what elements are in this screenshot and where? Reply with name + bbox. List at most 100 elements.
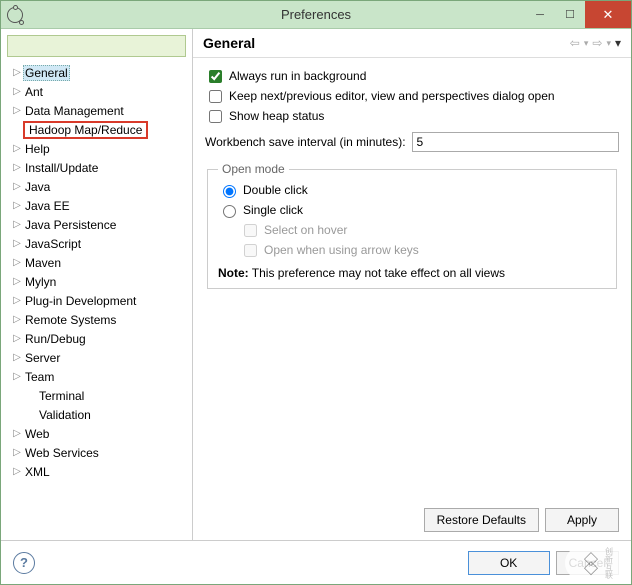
- forward-icon[interactable]: ⇨: [592, 36, 602, 50]
- always-run-bg-row[interactable]: Always run in background: [205, 66, 619, 86]
- tree-item-label: Maven: [23, 256, 63, 270]
- save-interval-input[interactable]: [412, 132, 619, 152]
- tree-item[interactable]: ▷JavaScript: [11, 234, 186, 253]
- expand-icon[interactable]: ▷: [11, 447, 23, 458]
- tree-item[interactable]: ▷Install/Update: [11, 158, 186, 177]
- page-title: General: [203, 35, 570, 51]
- tree-item-label: XML: [23, 465, 52, 479]
- expand-icon[interactable]: ▷: [11, 314, 23, 325]
- select-on-hover-label: Select on hover: [264, 223, 347, 237]
- tree-item-label: Install/Update: [23, 161, 100, 175]
- restore-defaults-button[interactable]: Restore Defaults: [424, 508, 539, 532]
- tree-item-label: Remote Systems: [23, 313, 118, 327]
- open-mode-group: Open mode Double click Single click Sele…: [207, 162, 617, 289]
- keep-editor-label: Keep next/previous editor, view and pers…: [229, 89, 555, 103]
- expand-icon[interactable]: ▷: [11, 428, 23, 439]
- tree-item[interactable]: ▷General: [11, 63, 186, 82]
- content-area: ▷General▷Ant▷Data ManagementHadoop Map/R…: [1, 29, 631, 540]
- watermark-logo: 创新互联: [565, 546, 627, 580]
- forward-menu-icon[interactable]: ▾: [606, 38, 611, 49]
- category-tree[interactable]: ▷General▷Ant▷Data ManagementHadoop Map/R…: [7, 63, 186, 534]
- double-click-row[interactable]: Double click: [218, 180, 606, 200]
- expand-icon[interactable]: ▷: [11, 257, 23, 268]
- keep-editor-row[interactable]: Keep next/previous editor, view and pers…: [205, 86, 619, 106]
- open-arrow-keys-label: Open when using arrow keys: [264, 243, 419, 257]
- maximize-button[interactable]: ☐: [555, 1, 585, 28]
- expand-icon[interactable]: ▷: [11, 371, 23, 382]
- tree-item[interactable]: ▷Web: [11, 424, 186, 443]
- tree-item[interactable]: ▷Run/Debug: [11, 329, 186, 348]
- tree-item[interactable]: Validation: [11, 405, 186, 424]
- always-run-bg-checkbox[interactable]: [209, 70, 222, 83]
- expand-icon[interactable]: ▷: [11, 143, 23, 154]
- back-icon[interactable]: ⇦: [570, 36, 580, 50]
- note-label: Note:: [218, 266, 249, 280]
- show-heap-checkbox[interactable]: [209, 110, 222, 123]
- expand-icon[interactable]: ▷: [11, 67, 23, 78]
- tree-item[interactable]: ▷Java Persistence: [11, 215, 186, 234]
- tree-item-label: Web: [23, 427, 51, 441]
- tree-item-label: Data Management: [23, 104, 126, 118]
- single-click-radio[interactable]: [223, 205, 236, 218]
- tree-item-label: Ant: [23, 85, 45, 99]
- tree-item[interactable]: ▷Web Services: [11, 443, 186, 462]
- expand-icon[interactable]: ▷: [11, 352, 23, 363]
- apply-button[interactable]: Apply: [545, 508, 619, 532]
- tree-item[interactable]: ▷Maven: [11, 253, 186, 272]
- tree-item-label: JavaScript: [23, 237, 83, 251]
- tree-item-label: Hadoop Map/Reduce: [23, 121, 148, 139]
- tree-item-label: Terminal: [37, 389, 86, 403]
- tree-item[interactable]: Terminal: [11, 386, 186, 405]
- expand-icon[interactable]: ▷: [11, 200, 23, 211]
- page-body: Always run in background Keep next/previ…: [193, 58, 631, 500]
- tree-item[interactable]: ▷XML: [11, 462, 186, 481]
- tree-item[interactable]: ▷Ant: [11, 82, 186, 101]
- filter-input[interactable]: [8, 36, 185, 56]
- expand-icon[interactable]: ▷: [11, 219, 23, 230]
- single-click-row[interactable]: Single click: [218, 200, 606, 220]
- tree-item[interactable]: ▷Data Management: [11, 101, 186, 120]
- title-bar: Preferences ─ ☐ ✕: [1, 1, 631, 29]
- filter-box: [7, 35, 186, 57]
- tree-item[interactable]: ▷Plug-in Development: [11, 291, 186, 310]
- expand-icon[interactable]: ▷: [11, 105, 23, 116]
- tree-item[interactable]: ▷Team: [11, 367, 186, 386]
- save-interval-row: Workbench save interval (in minutes):: [205, 132, 619, 152]
- open-mode-legend: Open mode: [218, 162, 289, 176]
- tree-item-label: Java EE: [23, 199, 72, 213]
- tree-item-label: General: [23, 65, 70, 81]
- menu-icon[interactable]: ▾: [615, 36, 621, 50]
- expand-icon[interactable]: ▷: [11, 238, 23, 249]
- expand-icon[interactable]: ▷: [11, 466, 23, 477]
- keep-editor-checkbox[interactable]: [209, 90, 222, 103]
- tree-item-label: Plug-in Development: [23, 294, 138, 308]
- page-nav: ⇦▾ ⇨▾ ▾: [570, 36, 621, 50]
- show-heap-row[interactable]: Show heap status: [205, 106, 619, 126]
- expand-icon[interactable]: ▷: [11, 162, 23, 173]
- help-icon[interactable]: ?: [13, 552, 35, 574]
- tree-item[interactable]: ▷Help: [11, 139, 186, 158]
- app-icon: [7, 7, 23, 23]
- expand-icon[interactable]: ▷: [11, 295, 23, 306]
- close-button[interactable]: ✕: [585, 1, 631, 28]
- back-menu-icon[interactable]: ▾: [584, 38, 589, 49]
- tree-item[interactable]: Hadoop Map/Reduce: [11, 120, 186, 139]
- tree-item-label: Team: [23, 370, 56, 384]
- minimize-button[interactable]: ─: [525, 1, 555, 28]
- double-click-radio[interactable]: [223, 185, 236, 198]
- single-click-label: Single click: [243, 203, 303, 217]
- tree-item-label: Web Services: [23, 446, 101, 460]
- ok-button[interactable]: OK: [468, 551, 550, 575]
- tree-item[interactable]: ▷Remote Systems: [11, 310, 186, 329]
- expand-icon[interactable]: ▷: [11, 333, 23, 344]
- tree-item[interactable]: ▷Java: [11, 177, 186, 196]
- expand-icon[interactable]: ▷: [11, 181, 23, 192]
- select-on-hover-row: Select on hover: [240, 220, 606, 240]
- expand-icon[interactable]: ▷: [11, 86, 23, 97]
- tree-item-label: Validation: [37, 408, 93, 422]
- expand-icon[interactable]: ▷: [11, 276, 23, 287]
- tree-item[interactable]: ▷Server: [11, 348, 186, 367]
- tree-item-label: Java: [23, 180, 52, 194]
- tree-item[interactable]: ▷Java EE: [11, 196, 186, 215]
- tree-item[interactable]: ▷Mylyn: [11, 272, 186, 291]
